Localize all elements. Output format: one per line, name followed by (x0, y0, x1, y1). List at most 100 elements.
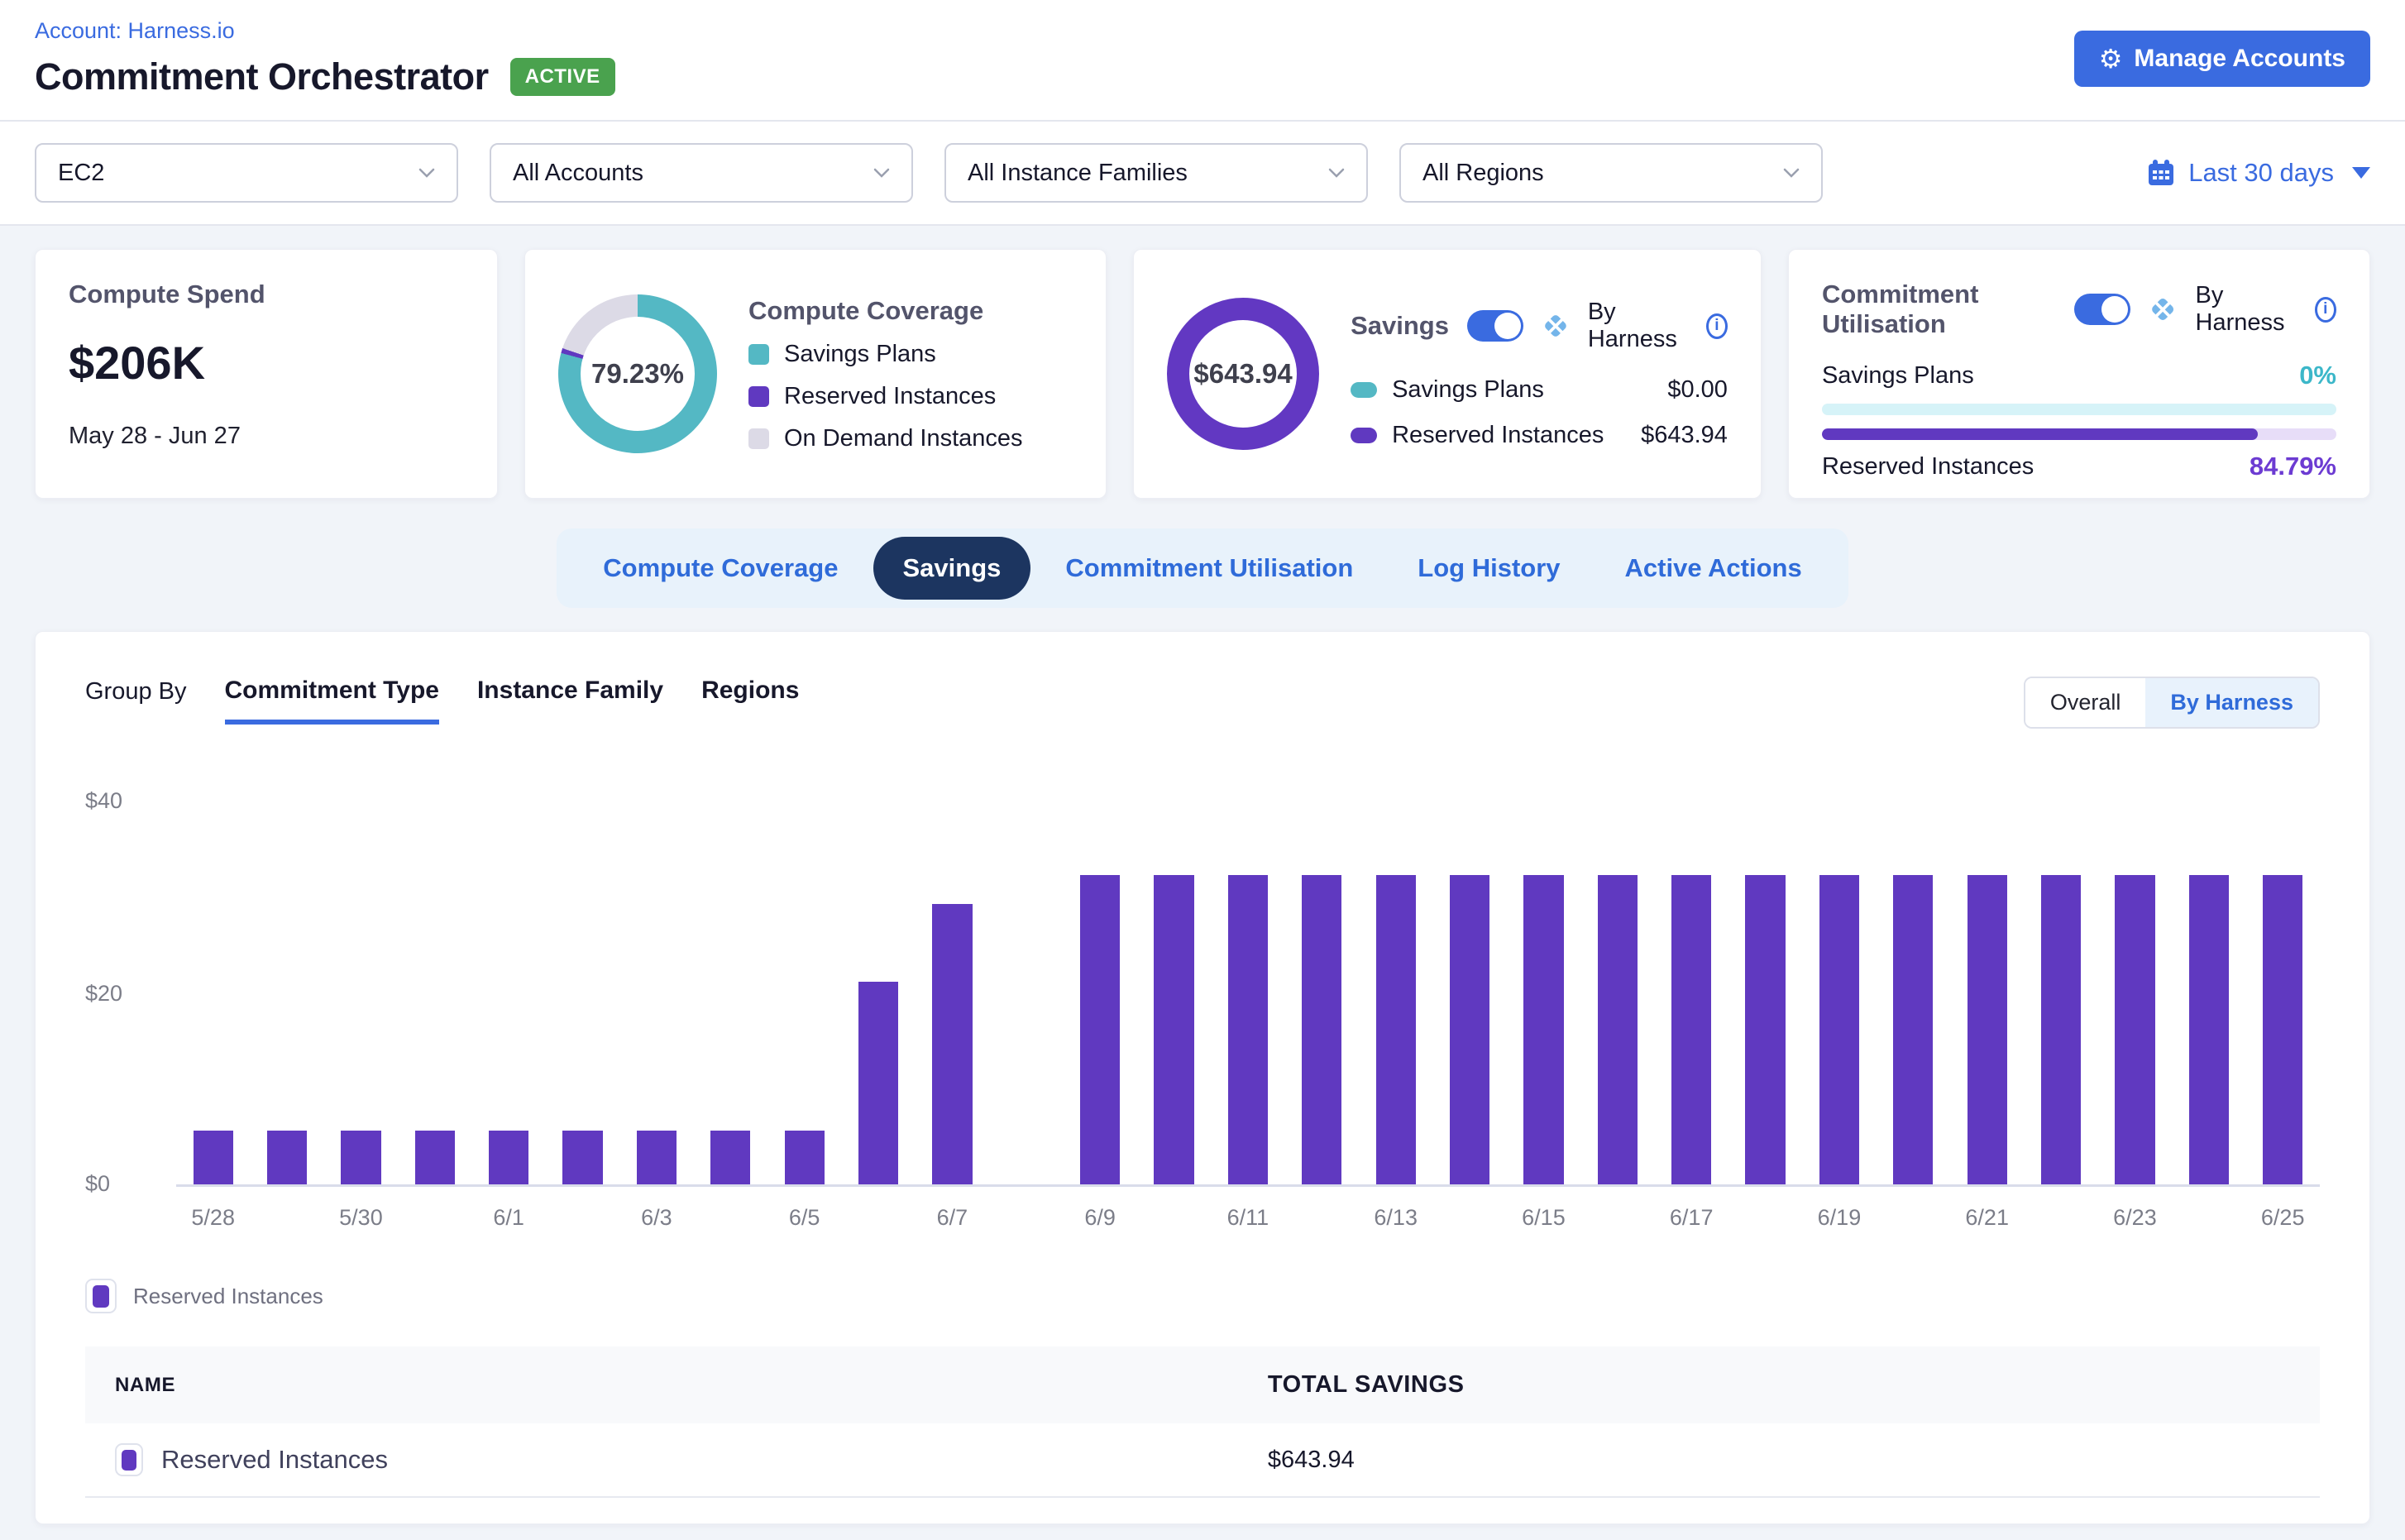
bar-6/2[interactable] (562, 1131, 602, 1184)
x-tick: 6/21 (1950, 1205, 2024, 1231)
bar-6/14[interactable] (1450, 875, 1489, 1184)
bar-5/31[interactable] (415, 1131, 455, 1184)
bar-6/22[interactable] (2041, 875, 2081, 1184)
bar-slot (1877, 798, 1950, 1184)
bar-slot (1655, 798, 1728, 1184)
regions-dropdown[interactable]: All Regions (1399, 143, 1823, 203)
bar-slot (989, 798, 1063, 1184)
bar-6/21[interactable] (1968, 875, 2007, 1184)
savings-legend-row: Reserved Instances $643.94 (1351, 422, 1728, 449)
bar-5/29[interactable] (267, 1131, 307, 1184)
bar-6/24[interactable] (2189, 875, 2229, 1184)
group-by-regions[interactable]: Regions (701, 677, 799, 720)
chart-x-axis: 5/285/306/16/36/56/76/96/116/136/156/176… (176, 1205, 2320, 1231)
bar-6/5[interactable] (785, 1131, 825, 1184)
bar-6/20[interactable] (1893, 875, 1933, 1184)
tab-bar: Compute Coverage Savings Commitment Util… (557, 528, 1848, 608)
bar-6/11[interactable] (1228, 875, 1268, 1184)
legend-item-reserved-instances: Reserved Instances (748, 383, 1023, 410)
page-header: Account: Harness.io Commitment Orchestra… (0, 0, 2405, 122)
bar-6/23[interactable] (2115, 875, 2154, 1184)
bar-6/3[interactable] (637, 1131, 677, 1184)
filter-bar: EC2 All Accounts All Instance Families A… (0, 122, 2405, 226)
bar-6/17[interactable] (1671, 875, 1711, 1184)
tab-compute-coverage[interactable]: Compute Coverage (573, 537, 868, 600)
x-tick (694, 1205, 767, 1231)
bar-slot (1802, 798, 1876, 1184)
tab-active-actions[interactable]: Active Actions (1595, 537, 1832, 600)
x-tick: 6/15 (1507, 1205, 1580, 1231)
on-demand-swatch (748, 428, 769, 449)
bar-6/15[interactable] (1523, 875, 1563, 1184)
legend-value: $643.94 (1641, 422, 1728, 449)
chevron-down-icon (1783, 168, 1800, 178)
compute-spend-value: $206K (69, 336, 464, 390)
bar-5/30[interactable] (341, 1131, 380, 1184)
bar-6/16[interactable] (1598, 875, 1638, 1184)
table-row[interactable]: Reserved Instances $643.94 (85, 1423, 2320, 1498)
manage-accounts-button[interactable]: ⚙ Manage Accounts (2074, 31, 2370, 87)
info-icon[interactable]: i (1706, 313, 1728, 339)
accounts-dropdown-value: All Accounts (513, 160, 643, 187)
date-range-value: Last 30 days (2188, 158, 2334, 188)
tab-log-history[interactable]: Log History (1388, 537, 1590, 600)
bar-6/12[interactable] (1302, 875, 1341, 1184)
x-tick (1580, 1205, 1654, 1231)
bar-6/9[interactable] (1080, 875, 1120, 1184)
x-tick (1285, 1205, 1359, 1231)
date-range-picker[interactable]: Last 30 days (2147, 158, 2370, 188)
savings-donut-value: $643.94 (1193, 358, 1292, 390)
bar-slot (1728, 798, 1802, 1184)
toggle-knob (2101, 296, 2128, 323)
savings-plans-progress (1822, 404, 2336, 415)
row-total-savings: $643.94 (1268, 1447, 2290, 1474)
compute-spend-title: Compute Spend (69, 280, 464, 309)
bar-6/18[interactable] (1745, 875, 1785, 1184)
instance-families-dropdown-value: All Instance Families (968, 160, 1188, 187)
y-tick: $40 (85, 788, 122, 814)
legend-label: Savings Plans (784, 341, 936, 368)
bar-5/28[interactable] (194, 1131, 233, 1184)
kpi-cards: Compute Spend $206K May 28 - Jun 27 79.2… (0, 226, 2405, 517)
bar-6/6[interactable] (858, 982, 898, 1184)
bar-6/1[interactable] (489, 1131, 528, 1184)
group-by-commitment-type[interactable]: Commitment Type (225, 677, 439, 725)
chevron-down-icon (418, 168, 435, 178)
bar-6/4[interactable] (710, 1131, 750, 1184)
bar-6/25[interactable] (2263, 875, 2302, 1184)
savings-title: Savings (1351, 311, 1449, 341)
bar-6/13[interactable] (1376, 875, 1416, 1184)
bar-6/10[interactable] (1154, 875, 1193, 1184)
column-name: NAME (115, 1371, 1268, 1399)
group-by-instance-family[interactable]: Instance Family (477, 677, 663, 720)
segment-by-harness[interactable]: By Harness (2145, 678, 2318, 727)
x-tick (250, 1205, 323, 1231)
bar-6/7[interactable] (932, 904, 972, 1184)
info-icon[interactable]: i (2315, 297, 2336, 323)
savings-by-harness-toggle[interactable] (1467, 310, 1523, 342)
bar-slot (398, 798, 471, 1184)
bar-slot (694, 798, 767, 1184)
reserved-instances-swatch (93, 1285, 109, 1308)
service-dropdown[interactable]: EC2 (35, 143, 458, 203)
page-title: Commitment Orchestrator (35, 55, 489, 98)
account-link[interactable]: Account: Harness.io (35, 18, 615, 44)
tab-savings[interactable]: Savings (873, 537, 1031, 600)
savings-plans-swatch (1351, 382, 1377, 398)
compute-coverage-card: 79.23% Compute Coverage Savings Plans Re… (524, 249, 1107, 499)
utilisation-by-harness-toggle[interactable] (2074, 294, 2130, 325)
accounts-dropdown[interactable]: All Accounts (490, 143, 913, 203)
segment-overall[interactable]: Overall (2025, 678, 2146, 727)
x-tick (2172, 1205, 2245, 1231)
x-tick: 6/13 (1359, 1205, 1432, 1231)
commitment-utilisation-card: Commitment Utilisation By Harness i Savi… (1788, 249, 2370, 499)
instance-families-dropdown[interactable]: All Instance Families (944, 143, 1368, 203)
savings-plans-label: Savings Plans (1822, 362, 1974, 390)
x-tick (841, 1205, 915, 1231)
bar-slot (2024, 798, 2097, 1184)
bar-6/19[interactable] (1819, 875, 1859, 1184)
reserved-instances-legend-checkbox[interactable] (85, 1279, 117, 1313)
x-tick: 5/28 (176, 1205, 250, 1231)
manage-accounts-label: Manage Accounts (2134, 45, 2345, 73)
tab-commitment-utilisation[interactable]: Commitment Utilisation (1035, 537, 1383, 600)
